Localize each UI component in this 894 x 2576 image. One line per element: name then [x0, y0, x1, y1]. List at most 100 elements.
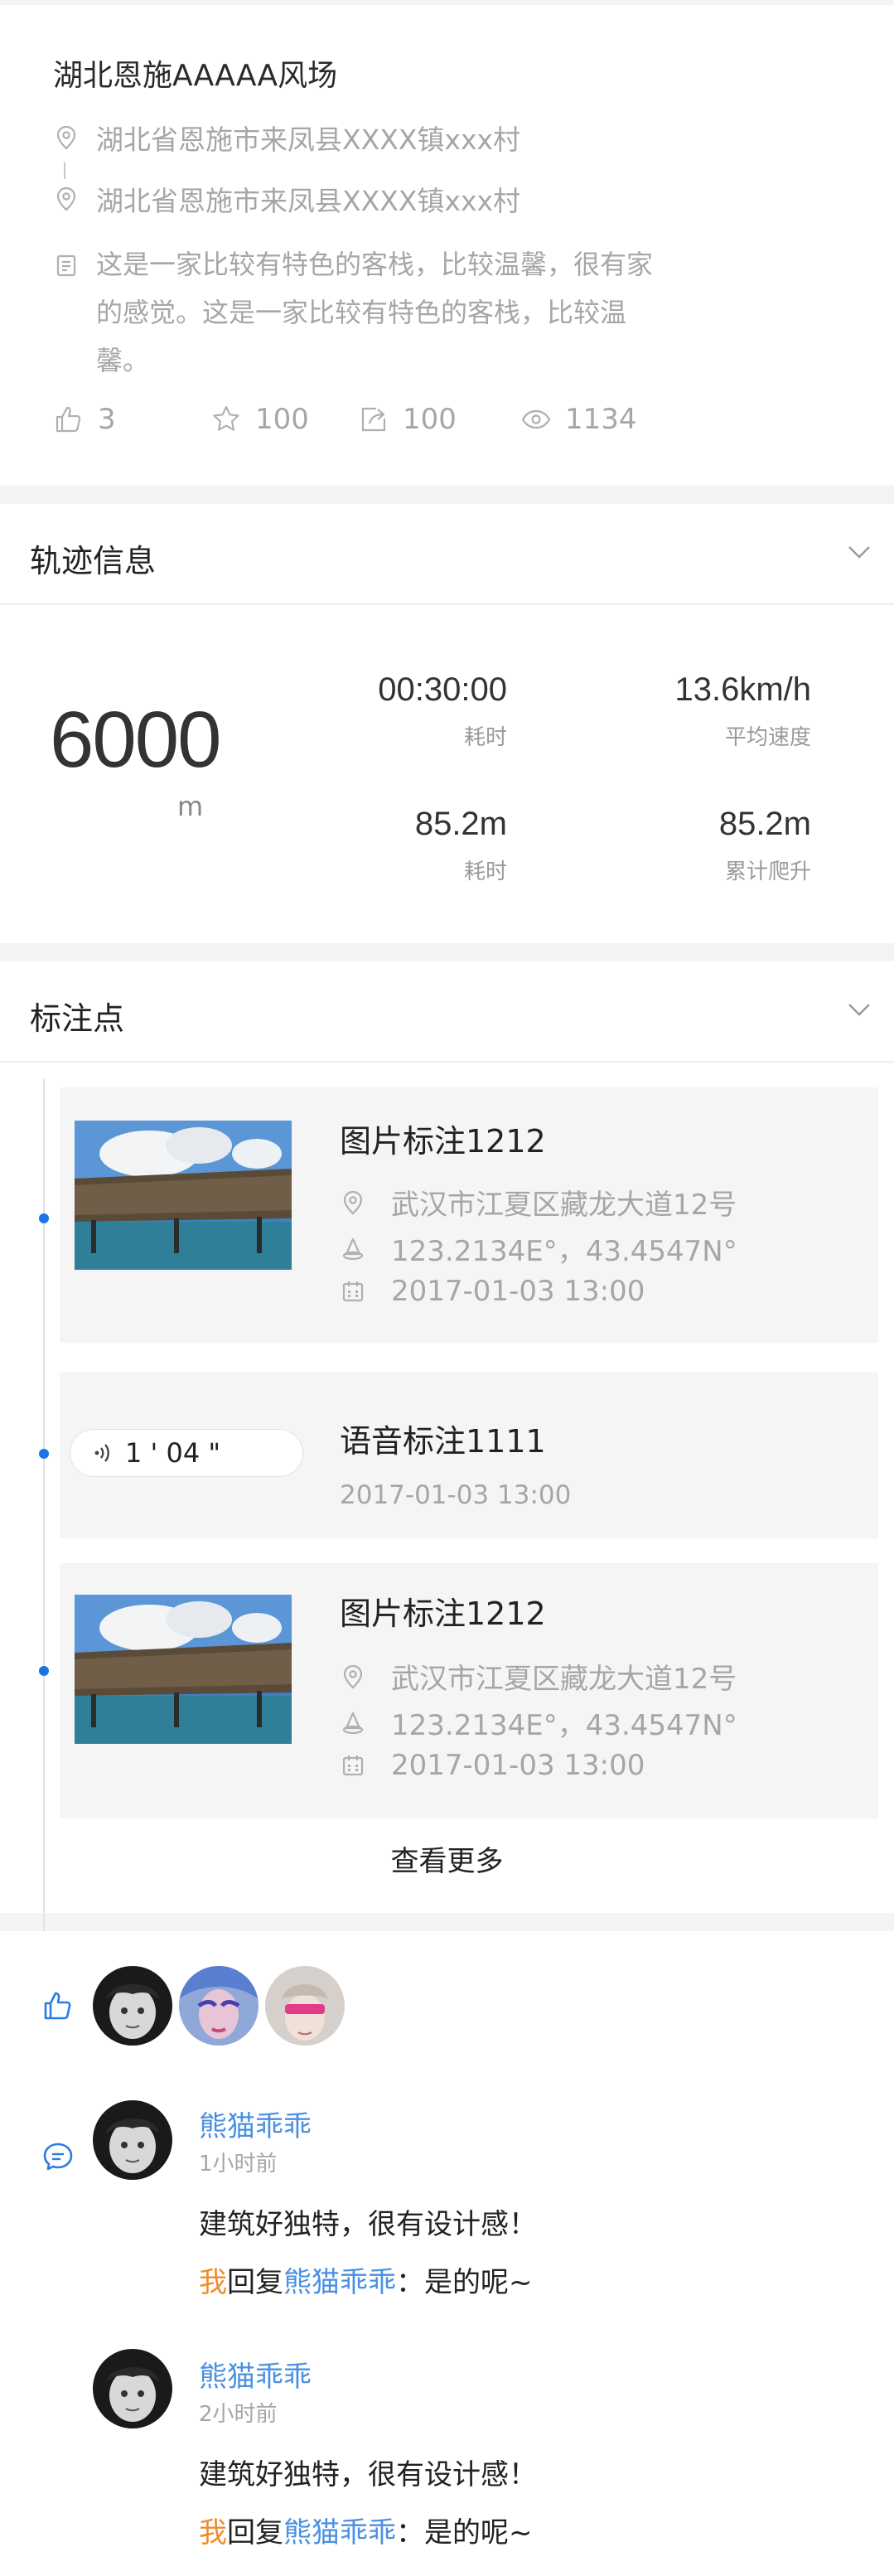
avatar[interactable]	[265, 1966, 345, 2046]
thumbs-up-icon[interactable]	[41, 1989, 75, 2022]
comment-text: 建筑好独特，很有设计感！	[199, 2458, 537, 2491]
reply-target[interactable]: 熊猫乖乖	[283, 2266, 396, 2299]
commenter-avatar[interactable]	[93, 2100, 172, 2180]
duration-label: 耗时	[463, 725, 507, 750]
markers-title: 标注点	[30, 1000, 125, 1037]
spot-title: 湖北恩施AAAAA风场	[53, 59, 338, 93]
compass-icon	[340, 1710, 366, 1736]
like-stat[interactable]: 3	[53, 403, 116, 436]
elevation-cell: 85.2m 耗时	[415, 806, 507, 885]
marker-address: 武汉市江夏区藏龙大道12号	[391, 1189, 737, 1222]
commenter-name[interactable]: 熊猫乖乖	[199, 2354, 312, 2394]
sound-wave-icon	[90, 1441, 115, 1465]
avg-speed-value: 13.6km/h	[674, 671, 811, 708]
marker-photo[interactable]	[75, 1121, 292, 1270]
chevron-down-icon[interactable]	[846, 542, 872, 562]
commenter-name[interactable]: 熊猫乖乖	[199, 2104, 312, 2144]
marker-address-row: 武汉市江夏区藏龙大道12号	[340, 1182, 737, 1223]
voice-play-button[interactable]: 1 ' 04 "	[70, 1429, 303, 1477]
elevation-value: 85.2m	[414, 806, 507, 842]
marker-coords: 123.2134E°，43.4547N°	[391, 1709, 737, 1742]
marker-time-row: 2017-01-03 13:00	[340, 1749, 645, 1782]
location-pin-icon	[53, 186, 80, 212]
social-panel: 熊猫乖乖 1小时前 建筑好独特，很有设计感！ 我回复熊猫乖乖：是的呢~ 熊猫乖乖…	[0, 1931, 894, 2576]
marker-address: 武汉市江夏区藏龙大道12号	[391, 1663, 737, 1696]
marker-coords: 123.2134E°，43.4547N°	[391, 1235, 737, 1268]
image-marker-card[interactable]: 图片标注1212 武汉市江夏区藏龙大道12号 123.2134E°，43.454…	[60, 1087, 878, 1343]
comment-text: 建筑好独特，很有设计感！	[199, 2208, 537, 2241]
location-pin-icon	[340, 1189, 366, 1216]
voice-marker-card[interactable]: 1 ' 04 " 语音标注1111 2017-01-03 13:00	[60, 1373, 878, 1538]
avg-speed-label: 平均速度	[724, 725, 811, 750]
favorite-stat[interactable]: 100	[210, 403, 309, 436]
spot-info-card: 湖北恩施AAAAA风场 湖北省恩施市来凤县XXXX镇xxx村 湖北省恩施市来凤县…	[0, 5, 894, 486]
markers-panel: 标注点 图片标注1212 武汉市江夏区藏龙大道12号 123.2134E°，43…	[0, 961, 894, 1983]
track-title: 轨迹信息	[30, 543, 157, 579]
view-more-button[interactable]: 查看更多	[0, 1838, 894, 1879]
avg-speed-cell: 13.6km/h 平均速度	[674, 671, 811, 751]
thumbs-up-icon	[53, 404, 85, 435]
climb-label: 累计爬升	[724, 859, 811, 884]
markers-header[interactable]: 标注点	[0, 961, 894, 1063]
voice-duration: 1 ' 04 "	[125, 1437, 221, 1469]
eye-icon	[520, 404, 552, 435]
comment-time: 1小时前	[199, 2152, 278, 2177]
calendar-icon	[340, 1278, 366, 1305]
climb-cell: 85.2m 累计爬升	[719, 806, 811, 885]
document-icon	[53, 252, 80, 278]
share-icon	[358, 404, 389, 435]
avatar[interactable]	[93, 1966, 172, 2046]
reply-verb: 回复	[227, 2516, 283, 2549]
duration-cell: 00:30:00 耗时	[378, 671, 507, 751]
timeline-dot	[39, 1449, 49, 1459]
distance-unit: m	[177, 791, 204, 822]
timeline-dot	[39, 1666, 49, 1676]
comment-time: 2小时前	[199, 2402, 278, 2427]
view-count: 1134	[565, 403, 637, 436]
marker-time: 2017-01-03 13:00	[391, 1749, 645, 1782]
reply-author: 我	[199, 2516, 227, 2549]
like-count: 3	[98, 403, 116, 436]
location-to-row: 湖北省恩施市来凤县XXXX镇xxx村	[53, 179, 520, 219]
reply-verb: 回复	[227, 2266, 283, 2299]
marker-coords-row: 123.2134E°，43.4547N°	[340, 1702, 737, 1743]
commenter-avatar[interactable]	[93, 2349, 172, 2428]
favorite-count: 100	[255, 403, 309, 436]
reply-author: 我	[199, 2266, 227, 2299]
marker-coords-row: 123.2134E°，43.4547N°	[340, 1228, 737, 1269]
location-pin-icon	[53, 124, 80, 151]
marker-title: 语音标注1111	[340, 1423, 546, 1460]
avatar[interactable]	[179, 1966, 259, 2046]
reply-target[interactable]: 熊猫乖乖	[283, 2516, 396, 2549]
distance-value: 6000	[50, 695, 222, 784]
marker-time-row: 2017-01-03 13:00	[340, 1275, 645, 1308]
comment-reply[interactable]: 我回复熊猫乖乖：是的呢~	[199, 2510, 533, 2550]
image-marker-card[interactable]: 图片标注1212 武汉市江夏区藏龙大道12号 123.2134E°，43.454…	[60, 1563, 878, 1818]
calendar-icon	[340, 1752, 366, 1779]
comment-reply[interactable]: 我回复熊猫乖乖：是的呢~	[199, 2259, 533, 2300]
timeline-dot	[39, 1213, 49, 1223]
description-row: 这是一家比较有特色的客栈，比较温馨，很有家的感觉。这是一家比较有特色的客栈，比较…	[53, 245, 683, 385]
marker-address-row: 武汉市江夏区藏龙大道12号	[340, 1656, 737, 1697]
share-stat[interactable]: 100	[358, 403, 457, 436]
location-pin-icon	[340, 1663, 366, 1690]
marker-time: 2017-01-03 13:00	[391, 1275, 645, 1308]
stats-bar: 3 100 100 1134	[53, 403, 799, 439]
marker-title: 图片标注1212	[340, 1595, 546, 1632]
description-text: 这是一家比较有特色的客栈，比较温馨，很有家的感觉。这是一家比较有特色的客栈，比较…	[96, 249, 654, 376]
route-connector	[64, 162, 65, 179]
star-icon	[210, 404, 242, 435]
share-count: 100	[403, 403, 457, 436]
marker-title: 图片标注1212	[340, 1123, 546, 1160]
elevation-label: 耗时	[463, 859, 507, 884]
compass-icon	[340, 1236, 366, 1262]
track-header[interactable]: 轨迹信息	[0, 504, 894, 605]
chevron-down-icon[interactable]	[846, 1000, 872, 1019]
comment-icon	[43, 2143, 73, 2171]
reply-text: ：是的呢~	[396, 2266, 533, 2299]
duration-value: 00:30:00	[378, 671, 507, 708]
climb-value: 85.2m	[718, 806, 811, 842]
location-from-text: 湖北省恩施市来凤县XXXX镇xxx村	[96, 123, 521, 156]
marker-photo[interactable]	[75, 1595, 292, 1744]
marker-time: 2017-01-03 13:00	[340, 1480, 572, 1510]
